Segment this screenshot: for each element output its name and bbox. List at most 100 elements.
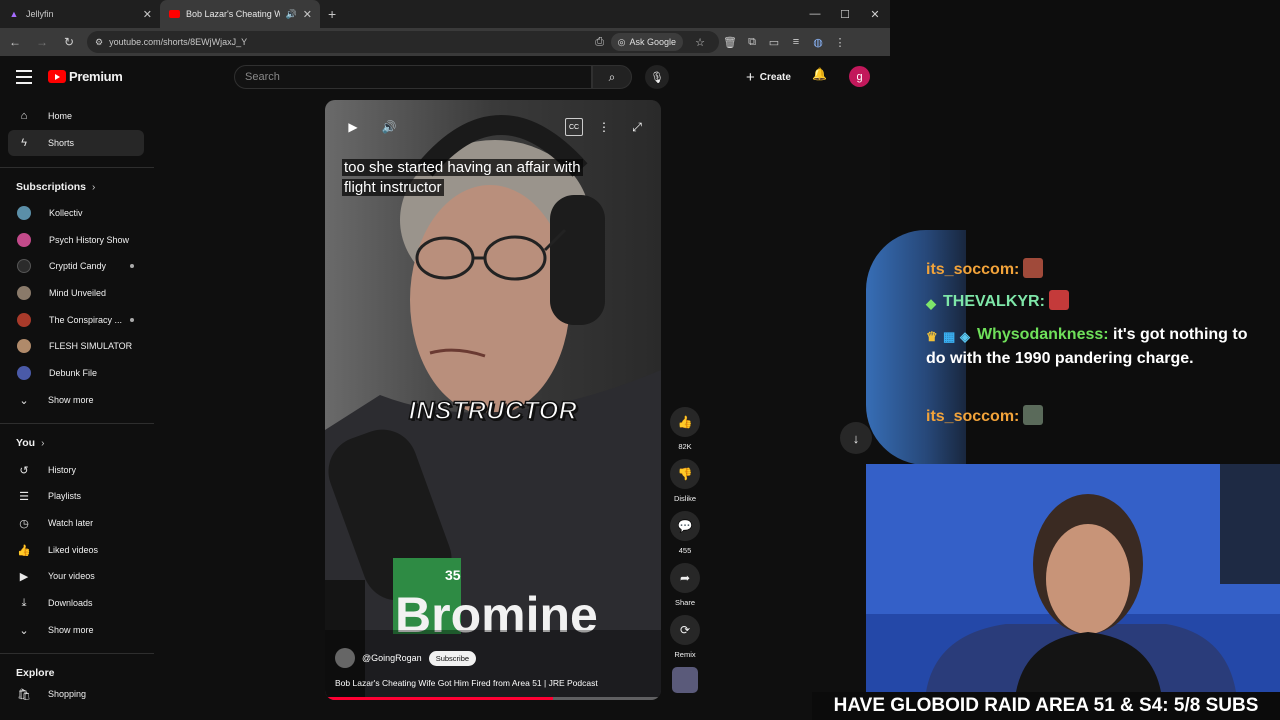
address-bar[interactable]: ⚙ youtube.com/shorts/8EWjWjaxJ_Y ⎙ ◎ Ask … xyxy=(87,31,719,53)
tab-jellyfin[interactable]: ▲ Jellyfin ✕ xyxy=(0,0,160,28)
sidebar-item-kollectiv[interactable]: Kollectiv xyxy=(8,200,144,226)
share-label: Share xyxy=(674,598,695,607)
menu-hamburger-icon[interactable] xyxy=(16,68,32,86)
caption-line: flight instructor xyxy=(342,179,444,196)
cube-badge-icon: ◈ xyxy=(960,329,970,344)
shorts-player[interactable]: 35 Bromine ▶ 🔊 CC ⋮ ⤢ too she started ha… xyxy=(325,100,661,700)
sidebar: ⌂ Home ϟ Shorts Subscriptions › Kollectiv… xyxy=(0,98,154,720)
sidebar-item-cryptid-candy[interactable]: Cryptid Candy xyxy=(8,253,144,279)
install-icon[interactable]: ⎙ xyxy=(589,31,611,53)
sidebar-item-home[interactable]: ⌂ Home xyxy=(8,103,144,129)
chat-username: its_soccom: xyxy=(926,408,1020,425)
comment-icon: 💬 xyxy=(670,511,700,541)
remix-button[interactable]: ⟳ Remix xyxy=(669,615,701,659)
back-icon[interactable]: ← xyxy=(3,30,27,54)
channel-avatar xyxy=(17,313,31,327)
volume-icon[interactable]: 🔊 xyxy=(379,118,399,136)
trash-icon[interactable]: 🗑 xyxy=(719,31,741,53)
sidebar-item-playlists[interactable]: ☰ Playlists xyxy=(8,483,144,509)
your-videos-icon: ▶ xyxy=(19,570,29,583)
comment-count: 455 xyxy=(678,546,692,555)
like-button[interactable]: 👍 82K xyxy=(669,407,701,451)
short-title[interactable]: Bob Lazar's Cheating Wife Got Him Fired … xyxy=(335,678,598,688)
chat-message: its_soccom: xyxy=(926,258,1256,282)
chevron-down-icon: ⌄ xyxy=(19,624,29,637)
search-button[interactable]: ⌕ xyxy=(592,65,632,89)
menu-icon[interactable]: ⋮ xyxy=(829,31,851,53)
tab-title: Bob Lazar's Cheating Wife G xyxy=(186,9,280,19)
audio-source-thumbnail[interactable] xyxy=(672,667,698,693)
forward-icon[interactable]: → xyxy=(30,30,54,54)
sidebar-item-history[interactable]: ↺ History xyxy=(8,457,144,483)
reload-icon[interactable]: ↻ xyxy=(57,30,81,54)
sidebar-item-debunk-file[interactable]: Debunk File xyxy=(8,360,144,386)
dislike-button[interactable]: 👎 Dislike xyxy=(669,459,701,503)
play-icon[interactable]: ▶ xyxy=(343,118,363,136)
sidebar-item-psych-history-show[interactable]: Psych History Show xyxy=(8,227,144,253)
share-button[interactable]: ➦ Share xyxy=(669,563,701,607)
divider xyxy=(0,167,154,168)
close-window-icon[interactable]: ✕ xyxy=(860,0,890,28)
channel-avatar xyxy=(17,233,31,247)
close-tab-icon[interactable]: ✕ xyxy=(303,8,312,21)
minimize-icon[interactable]: — xyxy=(800,0,830,28)
channel-name[interactable]: @GoingRogan xyxy=(362,653,422,663)
new-content-dot xyxy=(130,318,134,322)
bookmark-star-icon[interactable]: ☆ xyxy=(689,31,711,53)
new-tab-icon[interactable]: + xyxy=(328,6,336,22)
voice-search-icon[interactable]: 🎙 xyxy=(645,65,669,89)
browser-toolbar: ← → ↻ ⚙ youtube.com/shorts/8EWjWjaxJ_Y ⎙… xyxy=(0,28,890,56)
progress-bar[interactable] xyxy=(325,697,661,700)
more-options-icon[interactable]: ⋮ xyxy=(597,118,611,136)
site-info-icon[interactable]: ⚙ xyxy=(95,37,103,48)
sidebar-item-liked-videos[interactable]: 👍 Liked videos xyxy=(8,537,144,563)
channel-avatar[interactable] xyxy=(335,648,355,668)
like-count: 82K xyxy=(678,442,692,451)
new-content-dot xyxy=(130,264,134,268)
extensions-icon[interactable]: ⧉ xyxy=(741,31,763,53)
shopping-icon: 🛍 xyxy=(17,688,31,701)
sidebar-item-shopping[interactable]: 🛍 Shopping xyxy=(8,681,144,707)
remix-label: Remix xyxy=(674,650,696,659)
tab-youtube[interactable]: Bob Lazar's Cheating Wife G 🔊 ✕ xyxy=(160,0,320,28)
avatar[interactable]: g xyxy=(849,66,870,87)
comments-button[interactable]: 💬 455 xyxy=(669,511,701,555)
game-badge-icon: ▦ xyxy=(943,329,956,344)
notifications-bell-icon[interactable]: 🔔 xyxy=(812,67,827,81)
sidebar-item-downloads[interactable]: ⤓ Downloads xyxy=(8,590,144,616)
speaker-icon[interactable]: 🔊 xyxy=(286,9,297,20)
chevron-down-icon: ⌄ xyxy=(19,394,29,407)
next-short-button[interactable]: ↓ xyxy=(840,422,872,454)
youtube-premium-logo[interactable]: Premium xyxy=(48,69,123,84)
watch-later-icon: ◷ xyxy=(19,517,29,530)
sidebar-item-flesh-simulator[interactable]: FLESH SIMULATOR xyxy=(8,333,144,359)
subscriptions-heading[interactable]: Subscriptions › xyxy=(16,181,95,193)
lens-icon: ◎ xyxy=(617,36,626,47)
show-more-you[interactable]: ⌄ Show more xyxy=(8,617,144,643)
create-button[interactable]: + Create xyxy=(740,65,797,89)
sidebar-item-the-conspiracy[interactable]: The Conspiracy ... xyxy=(8,307,144,333)
subscribe-button[interactable]: Subscribe xyxy=(428,650,477,666)
media-icon[interactable]: ≡ xyxy=(785,31,807,53)
sidebar-item-mind-unveiled[interactable]: Mind Unveiled xyxy=(8,280,144,306)
search-input[interactable]: Search xyxy=(234,65,592,89)
profile-icon[interactable]: ◍ xyxy=(807,31,829,53)
show-more-subscriptions[interactable]: ⌄ Show more xyxy=(8,387,144,413)
split-view-icon[interactable]: ▭ xyxy=(763,31,785,53)
you-heading[interactable]: You › xyxy=(16,437,44,449)
screen: ▲ Jellyfin ✕ Bob Lazar's Cheating Wife G… xyxy=(0,0,1280,720)
sidebar-item-your-videos[interactable]: ▶ Your videos xyxy=(8,563,144,589)
sidebar-item-shorts[interactable]: ϟ Shorts xyxy=(8,130,144,156)
shirt-number: 35 xyxy=(445,567,461,583)
channel-avatar xyxy=(17,286,31,300)
sidebar-item-watch-later[interactable]: ◷ Watch later xyxy=(8,510,144,536)
arrow-down-icon: ↓ xyxy=(852,430,860,446)
close-tab-icon[interactable]: ✕ xyxy=(143,8,152,21)
explore-heading: Explore xyxy=(16,667,55,679)
chat-username: THEVALKYR: xyxy=(943,293,1045,310)
ask-google-button[interactable]: ◎ Ask Google xyxy=(610,33,683,51)
fullscreen-icon[interactable]: ⤢ xyxy=(628,118,646,136)
maximize-icon[interactable]: ☐ xyxy=(830,0,860,28)
channel-avatar xyxy=(17,366,31,380)
captions-icon[interactable]: CC xyxy=(565,118,583,136)
